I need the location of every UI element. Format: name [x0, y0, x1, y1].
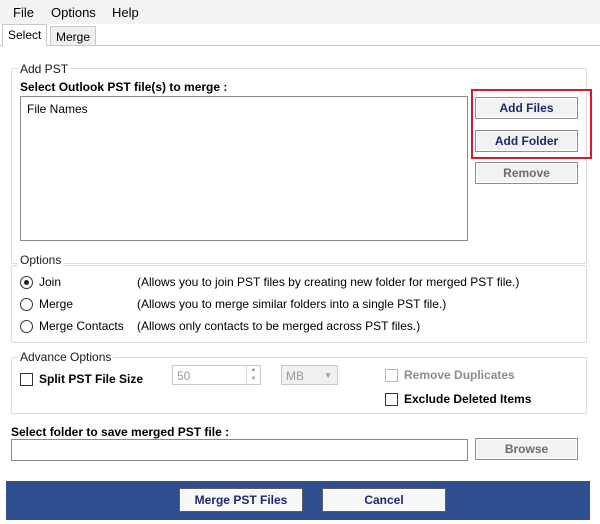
tab-strip: Select Merge: [0, 24, 600, 46]
merge-description: (Allows you to merge similar folders int…: [137, 297, 447, 311]
stepper-up-icon[interactable]: ▲: [247, 366, 260, 375]
split-size-stepper[interactable]: 50 ▲ ▼: [172, 365, 261, 385]
remove-duplicates-checkbox[interactable]: [385, 368, 398, 382]
footer-bar: Merge PST Files Cancel: [6, 481, 590, 520]
stepper-down-icon[interactable]: ▼: [247, 375, 260, 384]
menu-options[interactable]: Options: [51, 5, 96, 20]
size-unit-value: MB: [286, 369, 304, 383]
save-path-input[interactable]: [11, 439, 468, 461]
add-pst-section-title: Add PST: [18, 62, 71, 76]
merge-radio[interactable]: [20, 297, 33, 311]
browse-button[interactable]: Browse: [475, 438, 578, 460]
tab-merge[interactable]: Merge: [50, 26, 97, 46]
merge-contacts-description: (Allows only contacts to be merged acros…: [137, 319, 421, 333]
split-pst-checkbox[interactable]: [20, 372, 33, 386]
merge-label: Merge: [39, 297, 74, 311]
add-files-button[interactable]: Add Files: [475, 97, 578, 119]
select-pst-prompt: Select Outlook PST file(s) to merge :: [20, 80, 228, 94]
options-section-title: Options: [18, 253, 64, 267]
exclude-deleted-option[interactable]: Exclude Deleted Items: [385, 391, 531, 407]
file-names-list[interactable]: File Names: [20, 96, 468, 241]
menu-bar: File Options Help: [0, 0, 600, 24]
join-description: (Allows you to join PST files by creatin…: [137, 275, 520, 289]
merge-contacts-label: Merge Contacts: [39, 319, 124, 333]
tab-panel-select: Add PST Select Outlook PST file(s) to me…: [0, 45, 600, 524]
split-pst-option[interactable]: Split PST File Size: [20, 371, 143, 387]
option-join[interactable]: Join: [20, 274, 61, 290]
chevron-down-icon: ▼: [324, 371, 332, 380]
exclude-deleted-checkbox[interactable]: [385, 392, 398, 406]
exclude-deleted-label: Exclude Deleted Items: [404, 392, 532, 406]
remove-duplicates-option[interactable]: Remove Duplicates: [385, 367, 515, 383]
join-radio[interactable]: [20, 275, 33, 289]
advance-options-title: Advance Options: [18, 350, 114, 364]
save-folder-prompt: Select folder to save merged PST file :: [11, 425, 230, 439]
merge-contacts-radio[interactable]: [20, 319, 33, 333]
remove-button[interactable]: Remove: [475, 162, 578, 184]
cancel-button[interactable]: Cancel: [322, 488, 446, 512]
menu-help[interactable]: Help: [112, 5, 139, 20]
file-names-header: File Names: [27, 102, 88, 116]
remove-duplicates-label: Remove Duplicates: [404, 368, 515, 382]
join-label: Join: [39, 275, 62, 289]
split-pst-label: Split PST File Size: [39, 372, 144, 386]
merge-pst-files-button[interactable]: Merge PST Files: [179, 488, 303, 512]
menu-file[interactable]: File: [13, 5, 34, 20]
size-unit-select[interactable]: MB ▼: [281, 365, 338, 385]
option-merge-contacts[interactable]: Merge Contacts: [20, 318, 124, 334]
add-folder-button[interactable]: Add Folder: [475, 130, 578, 152]
tab-select[interactable]: Select: [2, 24, 48, 46]
split-size-value: 50: [177, 369, 191, 383]
option-merge[interactable]: Merge: [20, 296, 73, 312]
stepper-arrows[interactable]: ▲ ▼: [246, 366, 260, 384]
